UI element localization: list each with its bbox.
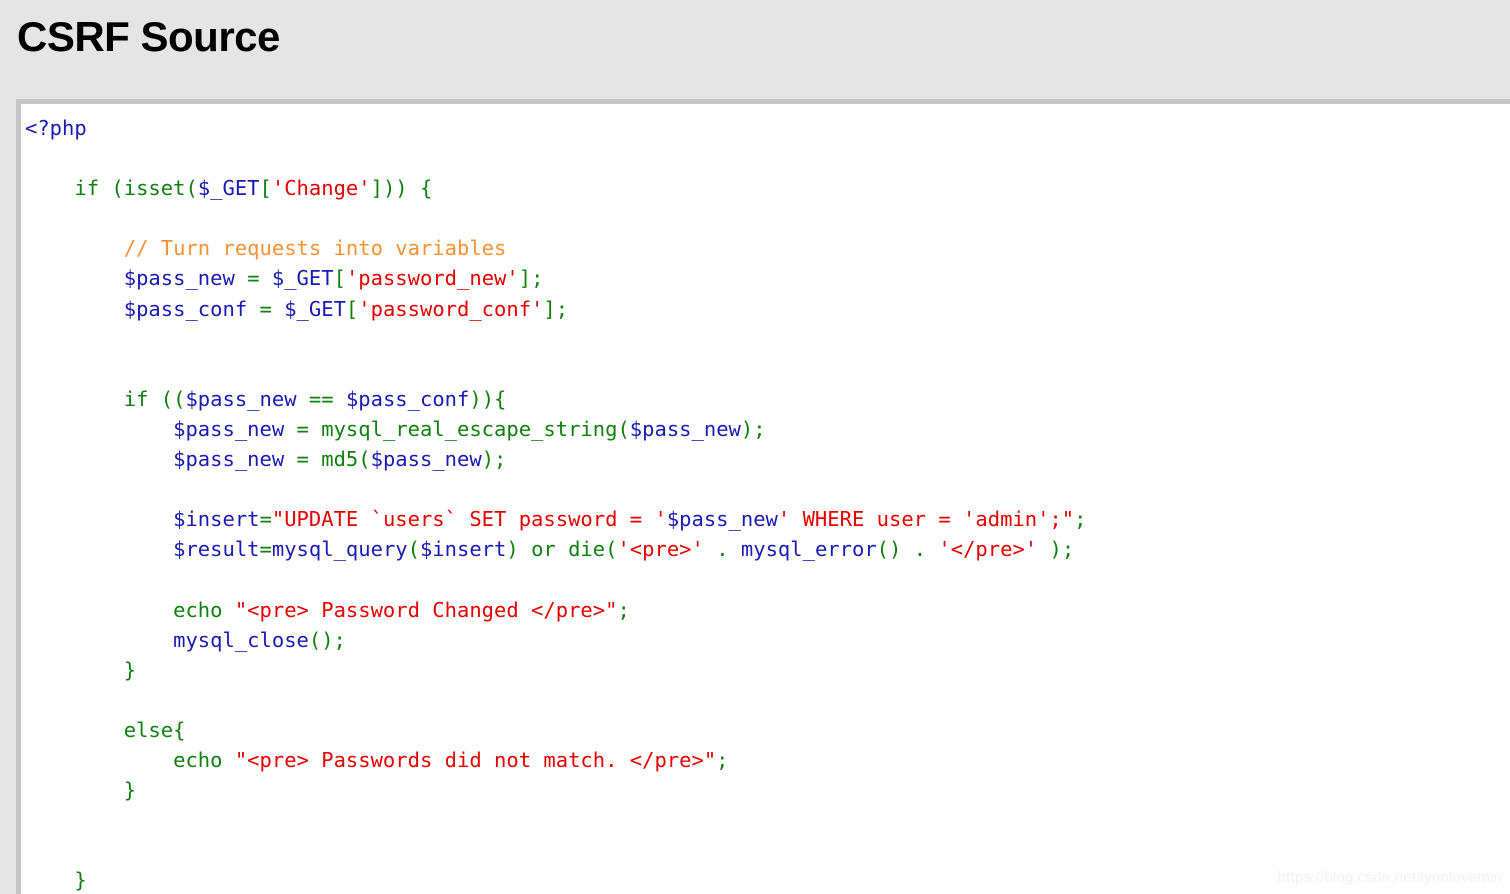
code-line: mysql_close(); xyxy=(173,627,346,652)
code-line: } xyxy=(123,657,137,682)
source-code-block: <?php if (isset($_GET['Change'])) { // T… xyxy=(21,104,1510,894)
code-line: // Turn requests into variables xyxy=(123,236,507,261)
code-line: echo "<pre> Passwords did not match. </p… xyxy=(173,747,729,772)
code-line: $pass_new = $_GET['password_new']; xyxy=(123,266,544,291)
page-title: CSRF Source xyxy=(17,13,280,60)
code-line: <?php xyxy=(25,116,87,140)
code-line: $pass_new = md5($pass_new); xyxy=(173,447,507,472)
code-line: $pass_conf = $_GET['password_conf']; xyxy=(123,296,569,321)
code-line: if (isset($_GET['Change'])) { xyxy=(74,176,433,201)
code-line: else{ xyxy=(123,717,186,742)
page-header: CSRF Source xyxy=(0,0,1510,99)
code-panel: <?php if (isset($_GET['Change'])) { // T… xyxy=(16,99,1510,894)
code-line: if (($pass_new == $pass_conf)){ xyxy=(123,386,507,411)
code-line: $pass_new = mysql_real_escape_string($pa… xyxy=(173,416,766,441)
code-panel-container: <?php if (isset($_GET['Change'])) { // T… xyxy=(0,99,1510,894)
code-line: } xyxy=(123,778,137,803)
code-line: $insert="UPDATE `users` SET password = '… xyxy=(173,507,1087,532)
code-line: $result=mysql_query($insert) or die('<pr… xyxy=(173,537,1075,562)
watermark-url: https://blog.csdn.net/lynnlovemin xyxy=(1277,869,1502,886)
code-line: echo "<pre> Password Changed </pre>"; xyxy=(173,597,630,622)
